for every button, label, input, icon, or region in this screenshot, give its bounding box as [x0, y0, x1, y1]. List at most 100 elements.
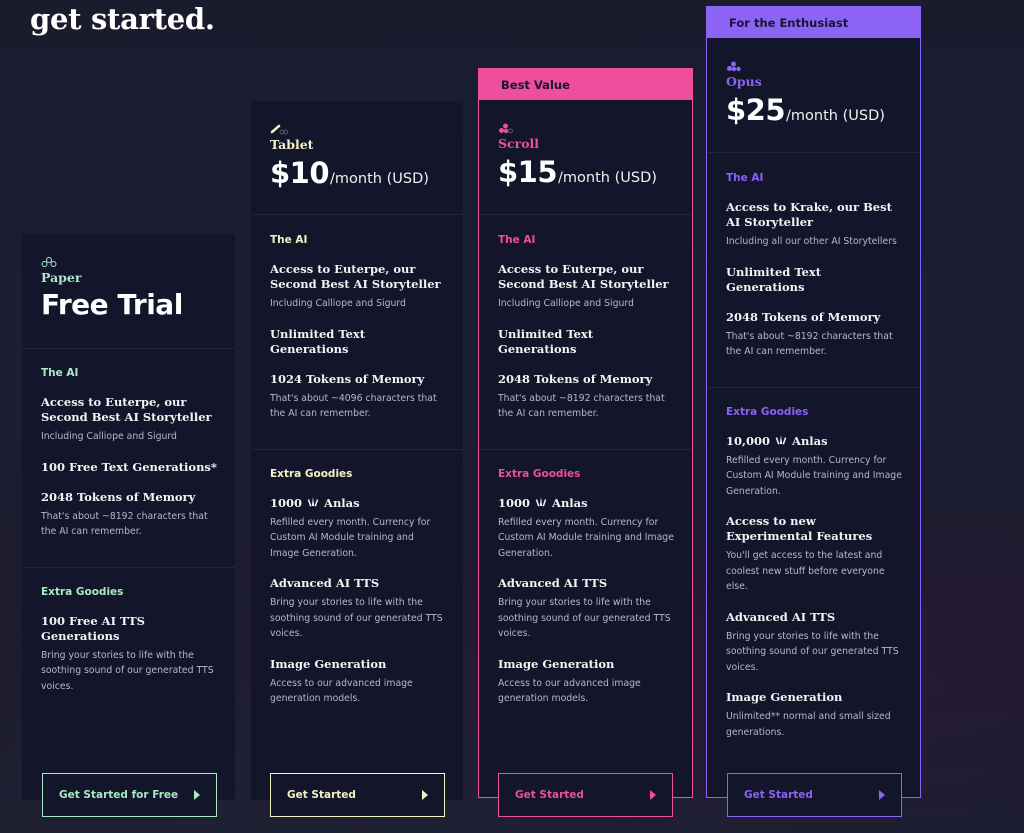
feature-item: 2048 Tokens of Memory That's about ~8192…	[41, 490, 217, 540]
banner-label: For the Enthusiast	[729, 16, 849, 30]
feature-title: Advanced AI TTS	[726, 609, 836, 624]
feature-title: 100 Free Text Generations*	[41, 459, 217, 474]
feature-title: 2048 Tokens of Memory	[498, 371, 653, 386]
feature-desc: Refilled every month. Currency for Custo…	[270, 516, 431, 559]
tier-name: Tablet	[270, 137, 314, 152]
cta-label: Get Started	[515, 789, 584, 801]
banner-label: Best Value	[501, 78, 570, 92]
feature-title: 1024 Tokens of Memory	[270, 371, 425, 386]
feature-title: Access to new Experimental Features	[726, 514, 873, 543]
section-label: Extra Goodies	[270, 467, 353, 480]
price-row: $15 /month (USD)	[498, 155, 674, 189]
feature-item: Image Generation Access to our advanced …	[498, 657, 674, 707]
price: $15	[498, 155, 558, 189]
feature-desc: Access to our advanced image generation …	[270, 677, 413, 705]
feature-item: Access to Euterpe, our Second Best AI St…	[498, 262, 674, 312]
price-period: /month (USD)	[558, 170, 657, 186]
tier-headline: Free Trial	[41, 288, 183, 321]
feature-item: 100 Free Text Generations*	[41, 460, 217, 475]
section-the-ai: The AI Access to Euterpe, our Second Bes…	[251, 215, 463, 450]
feature-desc: Including Calliope and Sigurd	[498, 298, 634, 309]
feature-title: 2048 Tokens of Memory	[41, 489, 196, 504]
tier-header: Paper Free Trial	[22, 234, 235, 349]
anlas-icon	[775, 434, 787, 444]
feature-title: 1000 Anlas	[270, 496, 445, 511]
feature-title: 1000 Anlas	[498, 496, 674, 511]
anlas-label: Anlas	[552, 495, 588, 510]
tier-card-paper: Paper Free Trial The AI Access to Euterp…	[22, 234, 235, 800]
anlas-label: Anlas	[792, 433, 828, 448]
section-label: Extra Goodies	[41, 585, 124, 598]
feature-title: Unlimited Text Generations	[270, 326, 366, 356]
feature-title: 10,000 Anlas	[726, 434, 902, 449]
feature-item-anlas: 10,000 Anlas Refilled every month. Curren…	[726, 434, 902, 500]
tier-card-opus: For the Enthusiast Opus $25 /month (USD)…	[706, 6, 921, 798]
get-started-free-button[interactable]: Get Started for Free	[42, 773, 217, 817]
feature-desc: Including Calliope and Sigurd	[41, 431, 177, 442]
tier-name: Paper	[41, 270, 82, 285]
opus-tier-icon	[727, 61, 741, 72]
feature-item-anlas: 1000 Anlas Refilled every month. Currency…	[498, 496, 674, 562]
section-label: The AI	[41, 367, 79, 379]
tier-banner: Best Value	[478, 68, 693, 100]
section-label: The AI	[270, 234, 308, 246]
feature-title: Access to Euterpe, our Second Best AI St…	[270, 262, 441, 291]
feature-item: Advanced AI TTS Bring your stories to li…	[726, 610, 902, 676]
anlas-icon	[535, 496, 547, 506]
feature-desc: Bring your stories to life with the soot…	[270, 597, 443, 639]
feature-item: 2048 Tokens of Memory That's about ~8192…	[726, 310, 902, 360]
scroll-tier-icon	[499, 123, 513, 134]
feature-item: Unlimited Text Generations	[498, 327, 674, 357]
feature-desc: Refilled every month. Currency for Custo…	[726, 454, 902, 497]
feature-title: Access to Euterpe, our Second Best AI St…	[41, 395, 212, 424]
feature-desc: Refilled every month. Currency for Custo…	[498, 516, 674, 559]
feature-desc: That's about ~8192 characters that the A…	[498, 392, 665, 420]
anlas-label: Anlas	[324, 495, 360, 510]
feature-item: Access to Krake, our Best AI Storyteller…	[726, 200, 902, 250]
section-the-ai: The AI Access to Euterpe, our Second Bes…	[22, 349, 235, 568]
feature-title: Unlimited Text Generations	[726, 264, 822, 294]
anlas-icon	[307, 496, 319, 506]
feature-title: 2048 Tokens of Memory	[726, 309, 881, 324]
feature-item: 1024 Tokens of Memory That's about ~4096…	[270, 372, 445, 422]
feature-item: Unlimited Text Generations	[270, 327, 445, 357]
anlas-amount: 1000	[270, 495, 303, 510]
feature-title: Advanced AI TTS	[498, 576, 608, 590]
feature-item: Access to Euterpe, our Second Best AI St…	[270, 262, 445, 312]
get-started-opus-button[interactable]: Get Started	[727, 773, 902, 817]
feature-desc: Bring your stories to life with the soot…	[726, 630, 899, 673]
section-extra-goodies: Extra Goodies 100 Free AI TTS Generation…	[22, 568, 235, 695]
price: $25	[726, 93, 786, 127]
feature-title: Image Generation	[498, 656, 615, 671]
section-the-ai: The AI Access to Euterpe, our Second Bes…	[479, 215, 692, 450]
tier-card-tablet: Tablet $10 /month (USD) The AI Access to…	[251, 101, 463, 800]
tier-header: Opus $25 /month (USD)	[707, 38, 920, 153]
feature-title: Advanced AI TTS	[270, 576, 380, 590]
arrow-right-icon	[650, 790, 656, 800]
feature-item: Image Generation Unlimited** normal and …	[726, 690, 902, 740]
feature-desc: Including all our other AI Storytellers	[726, 236, 897, 247]
feature-title: Unlimited Text Generations	[498, 326, 594, 356]
feature-item: Image Generation Access to our advanced …	[270, 657, 445, 707]
anlas-amount: 1000	[498, 495, 531, 510]
get-started-scroll-button[interactable]: Get Started	[498, 773, 673, 817]
feature-title: Access to Krake, our Best AI Storyteller	[726, 200, 892, 229]
section-label: The AI	[498, 234, 536, 246]
page-title: get started.	[30, 2, 215, 36]
feature-item: Advanced AI TTS Bring your stories to li…	[498, 576, 674, 642]
arrow-right-icon	[194, 790, 200, 800]
cta-label: Get Started	[744, 789, 813, 801]
feature-title: Image Generation	[726, 690, 843, 704]
get-started-tablet-button[interactable]: Get Started	[270, 773, 445, 817]
tier-header: Tablet $10 /month (USD)	[251, 101, 463, 215]
feature-desc: Bring your stories to life with the soot…	[41, 649, 214, 692]
feature-item-anlas: 1000 Anlas Refilled every month. Currency…	[270, 496, 445, 562]
feature-item: Advanced AI TTS Bring your stories to li…	[270, 576, 445, 642]
price: $10	[270, 156, 330, 190]
price-period: /month (USD)	[330, 171, 429, 187]
feature-desc: Bring your stories to life with the soot…	[498, 597, 671, 639]
section-label: Extra Goodies	[726, 405, 809, 418]
tier-banner: For the Enthusiast	[706, 6, 921, 38]
paper-tier-icon	[41, 257, 57, 267]
tier-header: Scroll $15 /month (USD)	[479, 100, 692, 215]
